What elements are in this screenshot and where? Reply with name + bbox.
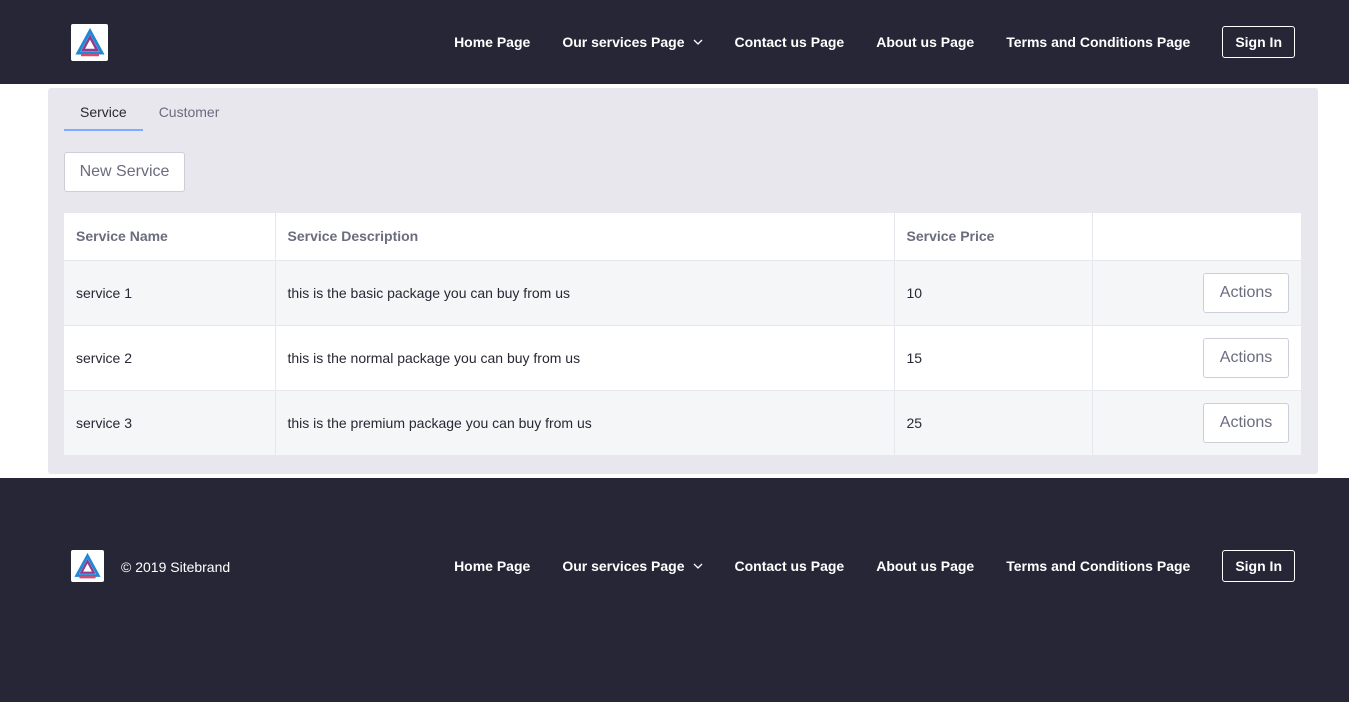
cell-name: service 1 <box>64 260 276 326</box>
footer-nav: Home Page Our services Page Contact us P… <box>454 550 1295 582</box>
table-row: service 1 this is the basic package you … <box>64 260 1301 326</box>
tab-bar: Service Customer <box>64 100 235 131</box>
new-service-button[interactable]: New Service <box>64 152 185 192</box>
col-actions <box>1092 213 1301 261</box>
cell-actions: Actions <box>1092 325 1301 391</box>
actions-button[interactable]: Actions <box>1203 272 1289 313</box>
nav-about[interactable]: About us Page <box>876 34 974 50</box>
tab-service[interactable]: Service <box>64 100 143 131</box>
cell-name: service 2 <box>64 325 276 391</box>
cell-price: 10 <box>894 260 1093 326</box>
brand-logo-icon[interactable] <box>71 24 108 61</box>
main-content: Service Customer New Service Service Nam… <box>0 84 1349 478</box>
actions-button[interactable]: Actions <box>1203 402 1289 443</box>
chevron-down-icon <box>693 563 702 569</box>
cell-price: 15 <box>894 325 1093 391</box>
footer-nav-contact[interactable]: Contact us Page <box>735 558 845 574</box>
cell-name: service 3 <box>64 390 276 456</box>
nav-contact[interactable]: Contact us Page <box>735 34 845 50</box>
nav-home[interactable]: Home Page <box>454 34 530 50</box>
footer-nav-about[interactable]: About us Page <box>876 558 974 574</box>
cell-price: 25 <box>894 390 1093 456</box>
footer-nav-services[interactable]: Our services Page <box>562 558 702 574</box>
nav-services[interactable]: Our services Page <box>562 34 702 50</box>
cell-description: this is the premium package you can buy … <box>275 390 895 456</box>
table-row: service 2 this is the normal package you… <box>64 325 1301 391</box>
tab-customer[interactable]: Customer <box>143 100 236 131</box>
cell-description: this is the basic package you can buy fr… <box>275 260 895 326</box>
service-panel: Service Customer New Service Service Nam… <box>48 88 1318 474</box>
actions-button[interactable]: Actions <box>1203 337 1289 378</box>
copyright-text: © 2019 Sitebrand <box>121 559 231 575</box>
table-header-row: Service Name Service Description Service… <box>64 213 1301 261</box>
col-service-price: Service Price <box>894 213 1093 261</box>
nav-terms[interactable]: Terms and Conditions Page <box>1006 34 1190 50</box>
brand-logo-icon[interactable] <box>71 550 104 582</box>
cell-actions: Actions <box>1092 260 1301 326</box>
cell-actions: Actions <box>1092 390 1301 456</box>
footer-nav-home[interactable]: Home Page <box>454 558 530 574</box>
top-navbar: Home Page Our services Page Contact us P… <box>0 0 1349 84</box>
table-row: service 3 this is the premium package yo… <box>64 390 1301 456</box>
col-service-name: Service Name <box>64 213 276 261</box>
chevron-down-icon <box>693 39 702 45</box>
main-nav: Home Page Our services Page Contact us P… <box>454 26 1295 58</box>
col-service-description: Service Description <box>275 213 895 261</box>
footer: © 2019 Sitebrand Home Page Our services … <box>0 478 1349 702</box>
cell-description: this is the normal package you can buy f… <box>275 325 895 391</box>
services-table: Service Name Service Description Service… <box>64 213 1301 456</box>
footer-nav-terms[interactable]: Terms and Conditions Page <box>1006 558 1190 574</box>
footer-sign-in-button[interactable]: Sign In <box>1222 550 1295 582</box>
sign-in-button[interactable]: Sign In <box>1222 26 1295 58</box>
